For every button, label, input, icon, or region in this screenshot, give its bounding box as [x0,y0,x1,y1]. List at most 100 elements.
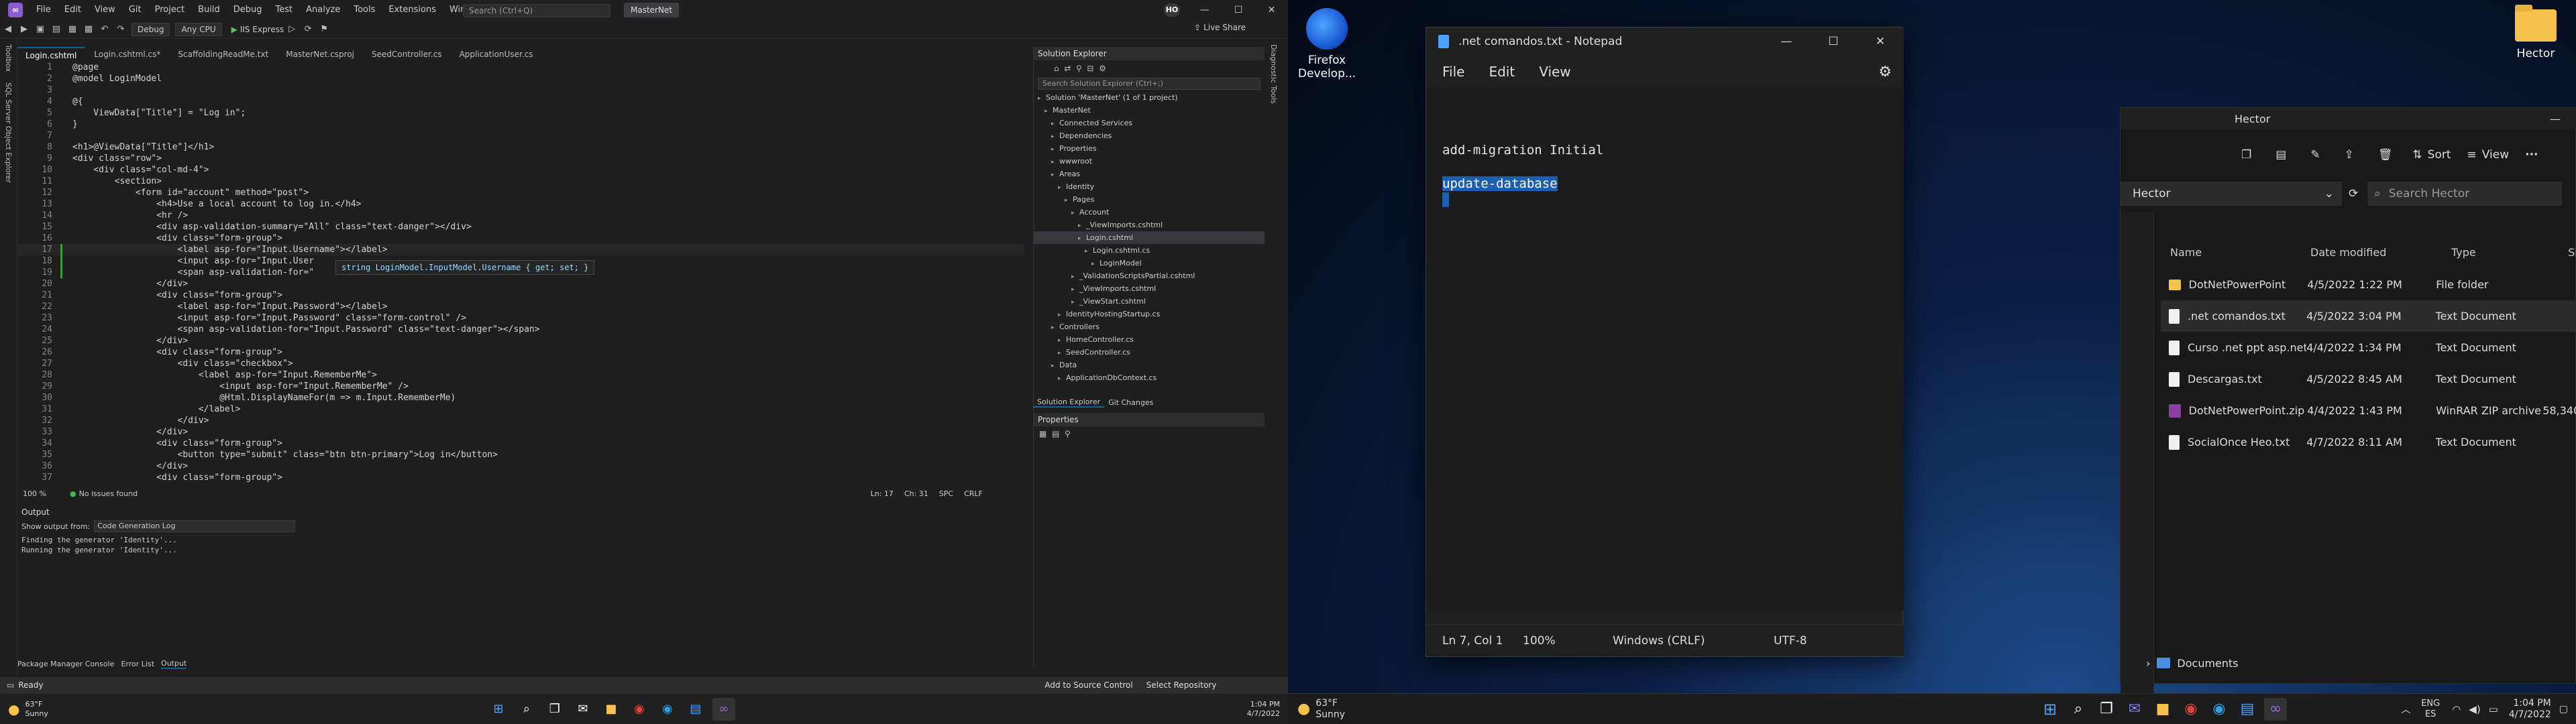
issues-status[interactable]: No issues found [79,489,871,498]
chrome-icon[interactable]: ◉ [2180,698,2202,721]
search-icon[interactable]: ⌕ [2067,698,2090,721]
bookmark-icon[interactable]: ⚑ [317,23,331,36]
chevron-down-icon[interactable]: ⌄ [2324,187,2334,200]
vs-logo-icon[interactable]: ∞ [8,3,23,17]
menu-file[interactable]: File [1442,64,1464,80]
new-item-icon[interactable]: ▣ [34,23,47,36]
solution-tree-item[interactable]: ▸ _ViewImports.cshtml [1034,219,1265,231]
chat-icon[interactable]: ✉ [2123,698,2146,721]
tab-masternet-csproj[interactable]: MasterNet.csproj [278,47,362,62]
line-ending[interactable]: CRLF [964,489,983,498]
home-icon[interactable]: ⌂ [1054,64,1059,73]
open-icon[interactable]: ▤ [50,23,63,36]
solution-tree-item[interactable]: ▸ Connected Services [1034,117,1265,129]
solution-tree-item[interactable]: ▸ Controllers [1034,320,1265,333]
solution-tree-item[interactable]: ▸ MasterNet [1034,104,1265,117]
solution-tree-item[interactable]: ▸ Dependencies [1034,129,1265,142]
view-button[interactable]: View [2482,148,2509,162]
refresh-icon[interactable]: ⟳ [301,23,315,36]
desktop-icon-firefox[interactable]: Firefox Develop... [1293,5,1360,93]
file-explorer-icon[interactable]: ■ [2151,698,2174,721]
tab-output[interactable]: Output [161,659,187,669]
tab-solution-explorer[interactable]: Solution Explorer [1033,398,1105,408]
more-options-icon[interactable]: ··· [2525,148,2538,162]
settings-gear-icon[interactable]: ⚙ [1878,64,1892,80]
tab-login-cshtml-cs[interactable]: Login.cshtml.cs* [86,47,168,62]
output-source-dropdown[interactable]: Code Generation Log [94,520,296,532]
tab-scaffolding-readme[interactable]: ScaffoldingReadMe.txt [170,47,276,62]
whitespace-mode[interactable]: SPC [939,489,953,498]
tab-git-changes[interactable]: Git Changes [1104,398,1157,407]
maximize-icon[interactable]: ☐ [1234,5,1243,15]
sort-icon[interactable]: ⇅ [2412,148,2422,162]
menu-test[interactable]: Test [269,0,300,20]
solution-tree-item[interactable]: ▸ _ViewImports.cshtml [1034,282,1265,295]
settings-icon[interactable]: ⚙ [1099,64,1106,73]
solution-tree-item[interactable]: ▸ Pages [1034,193,1265,206]
solution-tree-item[interactable]: ▸ Identity [1034,180,1265,193]
file-row[interactable]: .net comandos.txt 4/5/2022 3:04 PM Text Do… [2161,300,2576,332]
task-view-icon[interactable]: ❐ [2095,698,2118,721]
solution-tree-item[interactable]: ▸ HomeController.cs [1034,333,1265,346]
menu-git[interactable]: Git [122,0,148,20]
copy-icon[interactable]: ❐ [2241,148,2251,162]
undo-icon[interactable]: ↶ [98,23,111,36]
sort-button[interactable]: Sort [2428,148,2451,162]
vs-search-input[interactable]: Search (Ctrl+Q) [463,4,610,17]
file-row[interactable]: DotNetPowerPoint 4/5/2022 1:22 PM File fol… [2161,269,2576,300]
chat-icon[interactable]: ✉ [572,698,594,721]
wifi-icon[interactable]: ◠ [2452,703,2461,715]
explorer-search-input[interactable]: ⌕ Search Hector [2367,182,2563,206]
alphabetical-icon[interactable]: ▤ [1052,429,1059,438]
solution-tree-item[interactable]: ▸ _ViewStart.cshtml [1034,295,1265,308]
solution-tree-item[interactable]: ▸ Data [1034,359,1265,371]
weather-widget[interactable]: 63°F Sunny [25,700,48,719]
solution-tree-item[interactable]: ▸ Solution 'MasterNet' (1 of 1 project) [1034,91,1265,104]
visual-studio-icon[interactable]: ∞ [712,697,735,721]
chrome-icon[interactable]: ◉ [628,698,651,721]
language-indicator[interactable]: ENG ES [2421,699,2440,720]
file-row[interactable]: DotNetPowerPoint.zip 4/4/2022 1:43 PM WinR… [2161,395,2576,426]
forward-icon[interactable]: ▶ [17,23,31,36]
col-name[interactable]: Name [2161,246,2310,259]
col-date[interactable]: Date modified [2310,246,2451,259]
solution-tree-item[interactable]: ▸ ApplicationDbContext.cs [1034,371,1265,384]
redo-icon[interactable]: ↷ [114,23,127,36]
paste-icon[interactable]: ▤ [2275,148,2286,162]
property-pages-icon[interactable]: ⚲ [1065,429,1071,438]
menu-project[interactable]: Project [148,0,191,20]
sync-icon[interactable]: ⇄ [1064,64,1071,73]
close-icon[interactable]: ✕ [1268,5,1276,15]
run-icon[interactable]: ▶ [231,25,237,34]
solution-tree-item[interactable]: ▸ Properties [1034,142,1265,155]
solution-tree-item[interactable]: ▸ Login.cshtml [1034,231,1265,244]
menu-build[interactable]: Build [191,0,227,20]
notepad-icon[interactable]: ▤ [684,698,707,721]
sql-server-object-explorer-tab[interactable]: SQL Server Object Explorer [4,77,13,188]
notepad-text-area[interactable]: add-migration Initial update-database [1426,88,1904,611]
share-icon[interactable]: ⇪ [2345,148,2354,162]
desktop-icon-hector[interactable]: Hector [2499,5,2573,74]
collapse-icon[interactable]: ⊟ [1087,64,1093,73]
run-target-button[interactable]: IIS Express [240,25,284,34]
battery-icon[interactable]: ▭ [2489,703,2498,715]
solution-tree-item[interactable]: ▸ Areas [1034,168,1265,180]
notepad-icon[interactable]: ▤ [2236,698,2259,721]
expand-chevron-icon[interactable]: ▸ [1058,373,1066,385]
menu-edit[interactable]: Edit [1489,64,1515,80]
zoom-level[interactable]: 100 % [23,489,70,498]
col-size[interactable]: Size [2568,246,2576,259]
diagnostic-tools-tab[interactable]: Diagnostic Tools [1269,39,1278,109]
user-avatar[interactable]: HO [1164,3,1180,17]
solution-tree-item[interactable]: ▸ SeedController.cs [1034,346,1265,359]
edge-icon[interactable]: ◉ [2208,698,2231,721]
solution-tree-item[interactable]: ▸ Account [1034,206,1265,219]
file-row[interactable]: SocialOnce Heo.txt 4/7/2022 8:11 AM Text D… [2161,426,2576,458]
weather-widget[interactable]: 63°F Sunny [1316,698,1345,721]
menu-view[interactable]: View [1539,64,1570,80]
solution-tree-item[interactable]: ▸ IdentityHostingStartup.cs [1034,308,1265,320]
live-share-button[interactable]: ⇪ Live Share [1194,23,1246,32]
solution-tree-item[interactable]: ▸ _ValidationScriptsPartial.cshtml [1034,269,1265,282]
maximize-icon[interactable]: ☐ [1810,35,1857,48]
tab-login-cshtml[interactable]: Login.cshtml [17,47,85,62]
